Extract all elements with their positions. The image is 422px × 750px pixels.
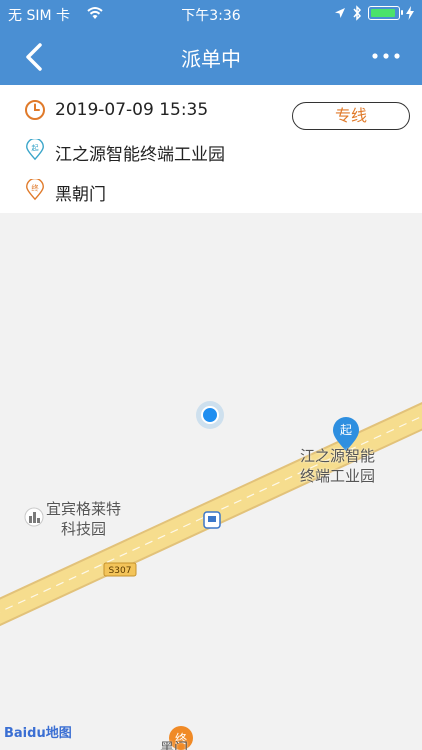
status-bar: 无 SIM 卡 下午3:36 bbox=[0, 0, 422, 28]
map-view[interactable]: 起 S307 终 江之源智能 终端工业园 宜宾格莱特 科技园 黑门 bbox=[0, 213, 422, 750]
charging-icon bbox=[406, 6, 414, 20]
end-location: 黑朝门 bbox=[55, 185, 106, 205]
partial-map-label: 黑门 bbox=[160, 741, 188, 750]
svg-text:终: 终 bbox=[31, 183, 39, 192]
start-location-row: 起 江之源智能终端工业园 bbox=[0, 131, 422, 171]
svg-text:起: 起 bbox=[31, 143, 39, 152]
road-sign-s307: S307 bbox=[103, 562, 137, 577]
more-icon[interactable] bbox=[370, 44, 402, 68]
page-title: 派单中 bbox=[181, 47, 241, 71]
order-info-card: 2019-07-09 15:35 专线 起 江之源智能终端工业园 终 黑朝门 bbox=[0, 85, 422, 213]
poi-building-icon bbox=[24, 507, 44, 527]
clock-icon bbox=[25, 100, 45, 120]
navigation-bar: 派单中 bbox=[0, 28, 422, 85]
bluetooth-icon bbox=[353, 5, 362, 21]
svg-text:S307: S307 bbox=[109, 566, 132, 576]
location-arrow-icon bbox=[335, 8, 345, 18]
order-type-tag: 专线 bbox=[292, 102, 410, 130]
battery-icon bbox=[368, 6, 403, 20]
order-time-row: 2019-07-09 15:35 专线 bbox=[0, 91, 422, 131]
bus-stop-icon bbox=[203, 511, 221, 529]
start-location: 江之源智能终端工业园 bbox=[55, 145, 225, 165]
end-pin-icon: 终 bbox=[26, 179, 44, 201]
order-time: 2019-07-09 15:35 bbox=[55, 100, 209, 120]
end-location-row: 终 黑朝门 bbox=[0, 171, 422, 211]
start-pin-icon: 起 bbox=[26, 139, 44, 161]
current-location-dot bbox=[201, 406, 219, 424]
baidu-map-logo: Baidu地图 bbox=[4, 726, 72, 741]
poi-map-label: 宜宾格莱特 科技园 bbox=[46, 500, 122, 538]
start-map-label: 江之源智能 终端工业园 bbox=[300, 447, 376, 485]
svg-text:起: 起 bbox=[340, 423, 352, 437]
